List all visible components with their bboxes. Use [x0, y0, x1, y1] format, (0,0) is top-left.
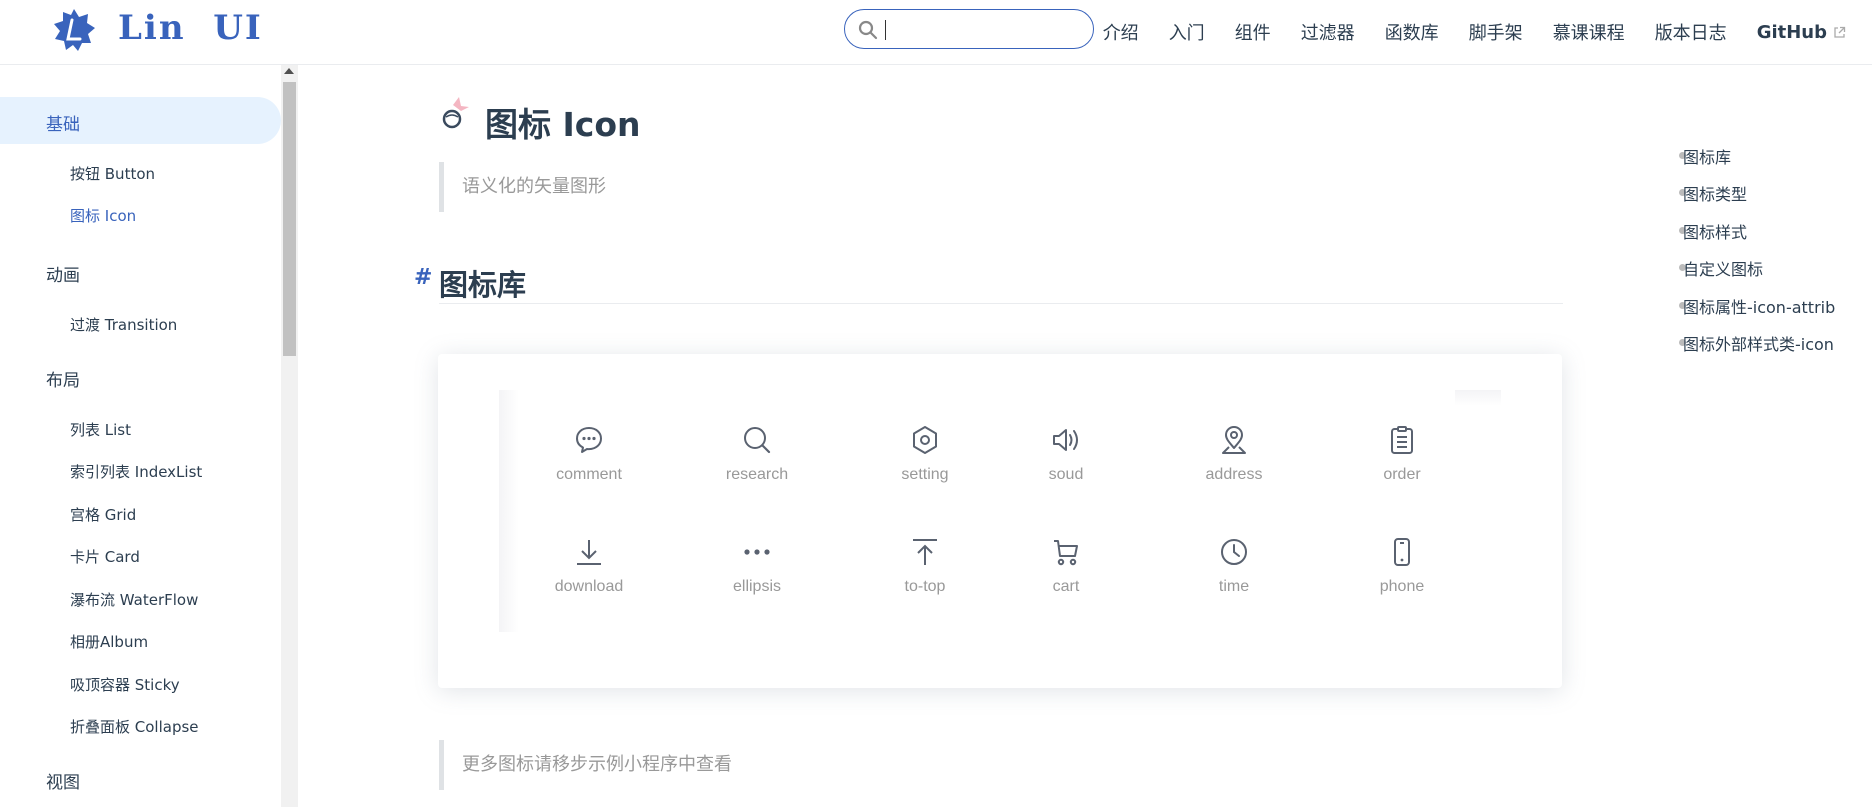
icon-item-setting[interactable]: setting	[865, 424, 985, 484]
icon-item-to-top[interactable]: to-top	[865, 536, 985, 596]
icon-label: soud	[1048, 466, 1084, 483]
external-link-icon	[1834, 26, 1846, 38]
text-caret	[885, 20, 886, 40]
page-title-decoration-icon	[442, 97, 469, 129]
sidebar-item-grid[interactable]: 宫格 Grid	[70, 504, 136, 525]
icon-label: address	[1205, 466, 1263, 483]
toc-item-icon-library[interactable]: 图标库	[1683, 144, 1731, 168]
search-icon	[858, 20, 878, 40]
sidebar-scrollbar-thumb[interactable]	[283, 82, 296, 356]
demo-frame-edge	[1455, 390, 1501, 406]
icon-item-order[interactable]: order	[1342, 424, 1462, 484]
toc-item-icon-types[interactable]: 图标类型	[1683, 181, 1747, 205]
section-divider	[439, 303, 1563, 304]
icon-item-time[interactable]: time	[1174, 536, 1294, 596]
icon-item-address[interactable]: address	[1174, 424, 1294, 484]
sidebar-item-button[interactable]: 按钮 Button	[70, 163, 155, 184]
icon-item-ellipsis[interactable]: ellipsis	[697, 536, 817, 596]
icon-demo-panel	[438, 354, 1562, 688]
toc-item-icon-attributes[interactable]: 图标属性-icon-attrib	[1683, 294, 1872, 318]
icon-label: cart	[1052, 578, 1080, 595]
sound-icon	[1053, 429, 1078, 451]
sidebar-item-album[interactable]: 相册Album	[70, 631, 148, 652]
download-icon	[577, 540, 601, 565]
nav-scaffold[interactable]: 脚手架	[1469, 19, 1523, 45]
scroll-up-arrow-icon[interactable]	[284, 68, 294, 74]
sidebar-item-collapse[interactable]: 折叠面板 Collapse	[70, 716, 199, 737]
sidebar-active-highlight	[0, 97, 281, 144]
icon-label: order	[1383, 466, 1421, 483]
order-icon	[1391, 426, 1413, 454]
nav-intro[interactable]: 介绍	[1103, 19, 1139, 45]
nav-filters[interactable]: 过滤器	[1301, 19, 1355, 45]
nav-functions[interactable]: 函数库	[1385, 19, 1439, 45]
icon-item-cart[interactable]: cart	[1006, 536, 1126, 596]
brand-name[interactable]: Lin UI	[118, 8, 263, 48]
section-title: 图标库	[439, 268, 527, 302]
nav-getting-started[interactable]: 入门	[1169, 19, 1205, 45]
setting-icon	[913, 426, 937, 454]
to-top-icon	[913, 539, 937, 565]
cart-icon	[1054, 540, 1078, 566]
icon-label: ellipsis	[732, 578, 781, 595]
sidebar-group-animation[interactable]: 动画	[46, 261, 80, 286]
time-icon	[1221, 539, 1247, 565]
nav-changelog[interactable]: 版本日志	[1655, 19, 1727, 45]
navbar: Lin UI 介绍 入门 组件 过滤器 函数库 脚手架 慕课课程 版本日志 Gi…	[0, 0, 1872, 65]
top-nav: 介绍 入门 组件 过滤器 函数库 脚手架 慕课课程 版本日志 GitHub	[1103, 0, 1872, 64]
nav-courses[interactable]: 慕课课程	[1553, 19, 1625, 45]
sidebar-group-layout[interactable]: 布局	[46, 366, 80, 391]
ellipsis-icon	[744, 549, 770, 555]
icon-label: comment	[556, 466, 622, 483]
comment-icon	[576, 427, 602, 453]
icon-item-phone[interactable]: phone	[1342, 536, 1462, 596]
nav-github[interactable]: GitHub	[1757, 22, 1846, 43]
sidebar-item-transition[interactable]: 过渡 Transition	[70, 314, 177, 335]
toc-item-external-class[interactable]: 图标外部样式类-icon	[1683, 331, 1872, 355]
icon-item-soud[interactable]: soud	[1006, 424, 1126, 484]
page-subtitle: 语义化的矢量图形	[439, 162, 606, 212]
more-icons-note: 更多图标请移步示例小程序中查看	[439, 740, 732, 790]
lin-ui-logo-icon[interactable]	[52, 8, 96, 52]
sidebar-item-icon[interactable]: 图标 Icon	[70, 205, 136, 226]
icon-item-comment[interactable]: comment	[529, 424, 649, 484]
sidebar-group-view[interactable]: 视图	[46, 768, 80, 793]
toc-item-custom-icon[interactable]: 自定义图标	[1683, 256, 1763, 280]
sidebar-group-basic[interactable]: 基础	[46, 110, 80, 135]
phone-icon	[1394, 538, 1410, 566]
github-label: GitHub	[1756, 21, 1827, 43]
icon-label: phone	[1379, 578, 1425, 595]
icon-label: download	[554, 578, 624, 595]
nav-components[interactable]: 组件	[1235, 19, 1271, 45]
sidebar-item-list[interactable]: 列表 List	[70, 419, 131, 440]
section-anchor-link[interactable]: #	[414, 265, 432, 290]
sidebar-item-sticky[interactable]: 吸顶容器 Sticky	[70, 674, 180, 695]
sidebar: 基础 按钮 Button 图标 Icon 动画 过渡 Transition 布局…	[0, 65, 281, 807]
icon-label: time	[1218, 578, 1250, 595]
page-title: 图标 Icon	[485, 105, 641, 144]
icon-item-download[interactable]: download	[529, 536, 649, 596]
address-icon	[1222, 426, 1246, 454]
sidebar-item-waterflow[interactable]: 瀑布流 WaterFlow	[70, 589, 198, 610]
icon-label: to-top	[904, 578, 946, 595]
icon-label: research	[725, 466, 789, 483]
search-input[interactable]	[844, 9, 1094, 49]
icon-label: setting	[901, 466, 949, 483]
icon-item-research[interactable]: research	[697, 424, 817, 484]
demo-frame-edge	[499, 390, 519, 632]
toc-item-icon-styles[interactable]: 图标样式	[1683, 219, 1747, 243]
sidebar-item-indexlist[interactable]: 索引列表 IndexList	[70, 461, 202, 482]
sidebar-item-card[interactable]: 卡片 Card	[70, 546, 140, 567]
search-icon	[744, 427, 771, 454]
